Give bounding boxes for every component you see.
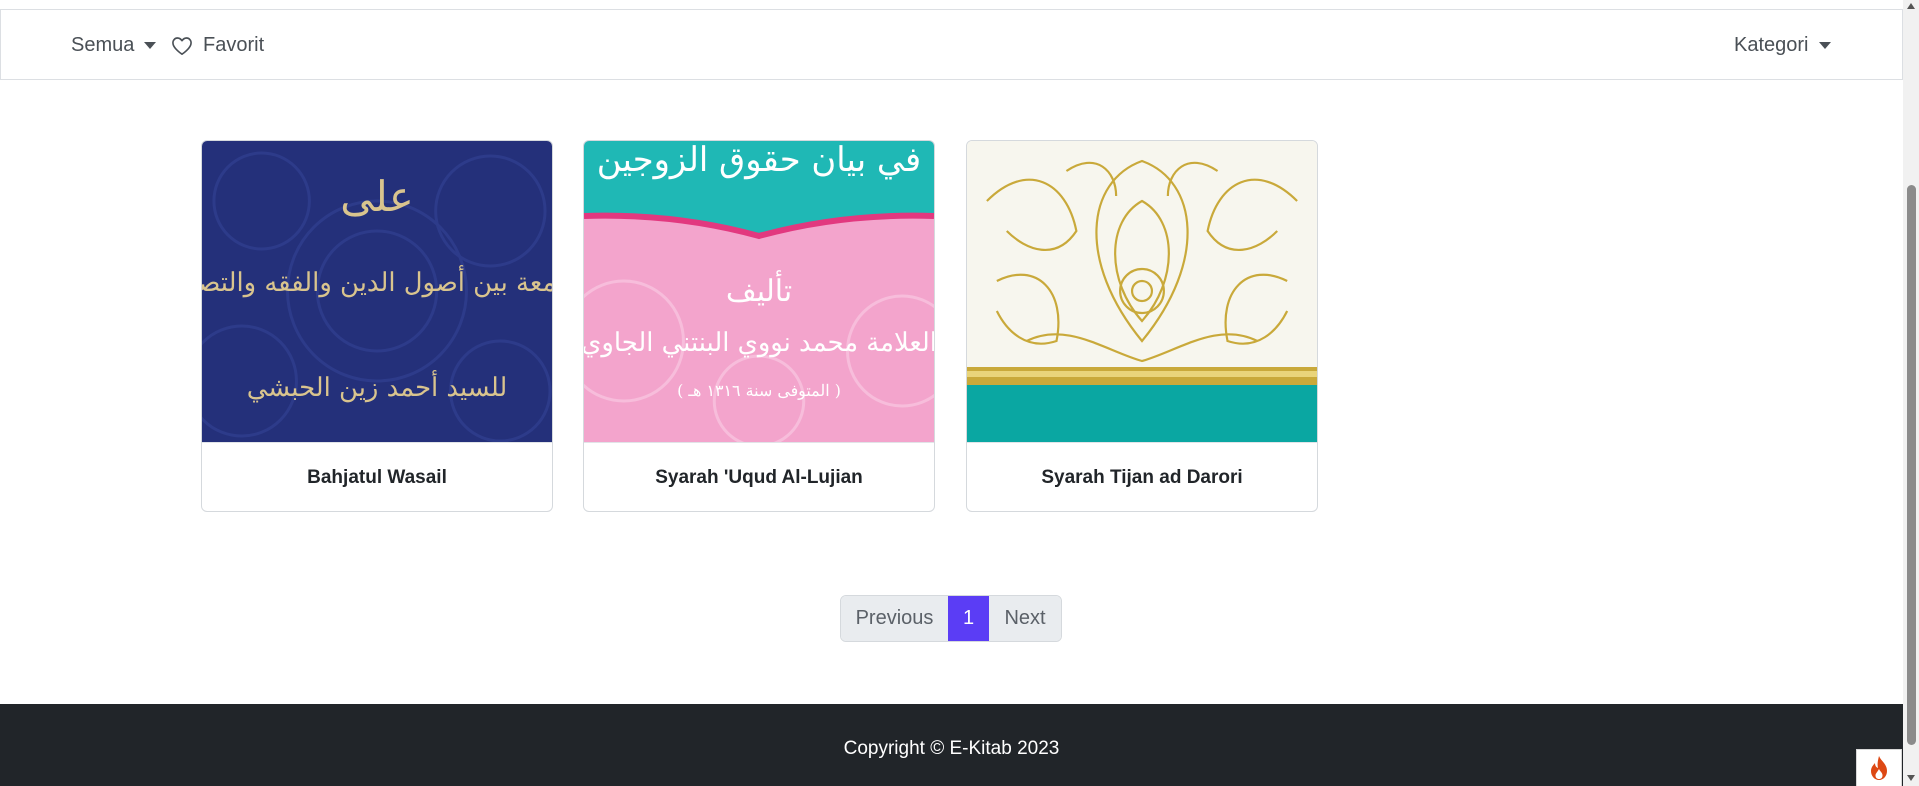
filter-label: Semua	[71, 34, 135, 56]
heart-outline-icon	[172, 36, 192, 55]
cover-arabic-text: للسيد أحمد زين الحبشي	[247, 369, 508, 403]
book-cover-image	[967, 141, 1317, 442]
page-1-button[interactable]: 1	[948, 596, 989, 641]
debug-toolbar-button[interactable]	[1856, 749, 1902, 786]
cover-arabic-text: في بيان حقوق الزوجين	[597, 141, 921, 180]
previous-page-button[interactable]: Previous	[841, 596, 948, 641]
book-card[interactable]: على الجامعة بين أصول الدين والفقه والتصو…	[201, 140, 553, 512]
book-cover-image: على الجامعة بين أصول الدين والفقه والتصو…	[202, 141, 552, 442]
book-title: Syarah Tijan ad Darori	[967, 442, 1317, 511]
flame-icon	[1871, 756, 1887, 780]
vertical-scrollbar[interactable]	[1903, 0, 1919, 786]
book-card[interactable]: في بيان حقوق الزوجين تأليف العلامة محمد …	[583, 140, 935, 512]
cover-arabic-text: ( المتوفى سنة ١٣١٦ هـ )	[677, 381, 841, 400]
copyright-text: Copyright © E-Kitab 2023	[843, 738, 1060, 759]
category-dropdown[interactable]: Kategori	[1734, 10, 1831, 81]
scroll-down-arrow-icon[interactable]	[1907, 775, 1915, 781]
cover-arabic-text: العلامة محمد نووي البنتني الجاوي	[584, 328, 934, 358]
scrollbar-thumb[interactable]	[1907, 185, 1916, 745]
cover-arabic-text: على	[340, 172, 414, 221]
category-label: Kategori	[1734, 34, 1809, 56]
book-cover-image: في بيان حقوق الزوجين تأليف العلامة محمد …	[584, 141, 934, 442]
cover-arabic-text: تأليف	[726, 270, 792, 309]
next-page-button[interactable]: Next	[989, 596, 1061, 641]
scroll-up-arrow-icon[interactable]	[1907, 3, 1915, 9]
favorite-link[interactable]: Favorit	[171, 10, 264, 81]
footer: Copyright © E-Kitab 2023	[0, 704, 1903, 786]
caret-down-icon	[144, 42, 157, 49]
caret-down-icon	[1818, 42, 1831, 49]
cover-arabic-text: الجامعة بين أصول الدين والفقه والتصوف	[202, 264, 552, 298]
book-title: Bahjatul Wasail	[202, 442, 552, 511]
top-navbar: Semua Favorit Kategori	[0, 9, 1903, 80]
filter-dropdown[interactable]: Semua	[71, 10, 157, 81]
book-title: Syarah 'Uqud Al-Lujian	[584, 442, 934, 511]
pagination: Previous 1 Next	[840, 595, 1062, 642]
favorite-label: Favorit	[203, 34, 265, 56]
book-card[interactable]: Syarah Tijan ad Darori	[966, 140, 1318, 512]
